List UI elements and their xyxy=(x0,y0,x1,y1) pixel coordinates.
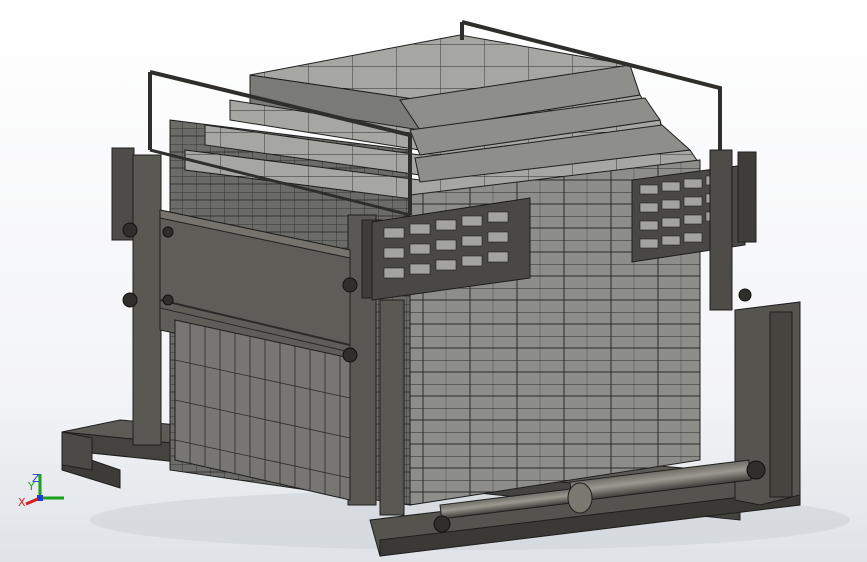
front-left-post[interactable] xyxy=(379,299,405,516)
fork-pocket xyxy=(61,431,93,471)
x-axis-label: X xyxy=(18,496,26,509)
cad-model[interactable] xyxy=(0,0,867,562)
orientation-triad: X Y Z xyxy=(18,472,64,509)
z-axis-label: Z xyxy=(32,472,40,485)
right-frame-posts[interactable] xyxy=(709,149,801,506)
graphics-viewport[interactable]: X Y Z xyxy=(0,0,867,562)
origin-marker xyxy=(37,495,43,501)
